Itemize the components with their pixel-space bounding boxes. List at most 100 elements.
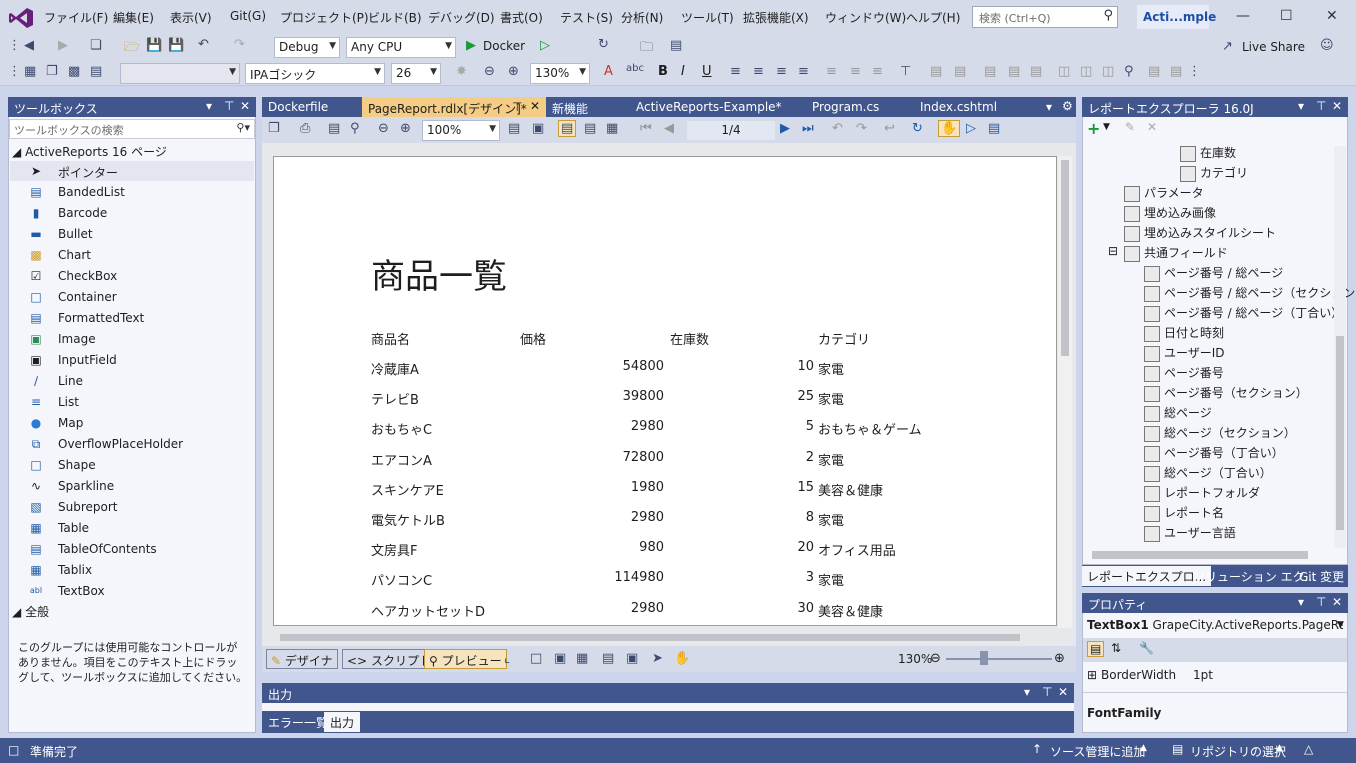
tree-item[interactable]: カテゴリ [1180,164,1248,182]
tab-pagereport[interactable]: PageReport.rdlx[デザイン]* ⊤ ✕ [362,97,546,117]
menu-build[interactable]: ビルド(B) [368,9,422,26]
toolbox-item-pointer[interactable]: ➤ ポインター [10,161,254,181]
clipboard-icon[interactable]: ▤ [328,121,340,136]
refresh-icon[interactable]: ↻ [912,121,923,136]
tree-item[interactable]: レポートフォルダ [1144,484,1260,502]
delete-icon[interactable]: ✕ [1147,120,1157,134]
report-view-icon[interactable]: ▦ [24,64,36,79]
chevron-up-icon[interactable]: ▲ [1140,743,1147,753]
toolbox-group-general[interactable]: ◢ 全般 [12,603,49,620]
play-icon[interactable]: ▷ [966,121,976,136]
font-color-icon[interactable]: A [604,64,613,79]
toolbox-item-sparkline[interactable]: ∿ Sparkline [10,476,254,496]
next-page-icon[interactable]: ▶ [780,121,790,136]
pin-icon[interactable]: ⊤ [224,99,234,113]
horizontal-scroll-thumb[interactable] [280,634,1020,641]
toolbox-item-shape[interactable]: □ Shape [10,455,254,475]
live-share-icon[interactable]: ↗ [1222,39,1233,54]
menu-edit[interactable]: 編集(E) [113,9,154,26]
zoom-out-icon[interactable]: ⊖ [484,64,495,79]
tree-item[interactable]: ページ番号（セクション） [1144,384,1308,402]
menu-window[interactable]: ウィンドウ(W) [825,9,906,26]
select-pointer-icon[interactable]: ➤ [652,651,663,666]
toolbox-item-overflowplaceholder[interactable]: ⧉ OverflowPlaceHolder [10,434,254,454]
single-page-icon[interactable]: ▤ [558,120,577,137]
notification-bell-icon[interactable]: △ [1304,742,1313,756]
designer-zoom-select[interactable]: 130% ▼ [530,63,590,84]
space-vertical-icon[interactable]: ◫ [1080,64,1092,79]
menu-help[interactable]: ヘルプ(H) [906,9,960,26]
script-tab-button[interactable]: <> スクリプト [342,649,436,669]
dropdown-icon[interactable]: ▾ [206,99,212,113]
close-icon[interactable]: ✕ [1058,685,1068,699]
select-repository[interactable]: リポジトリの選択 [1190,743,1286,760]
forward-icon[interactable]: ↷ [856,121,867,136]
menu-format[interactable]: 書式(O) [500,9,543,26]
snap-grid-icon[interactable]: ▣ [626,651,638,666]
align-tops-icon[interactable]: ▤ [984,64,996,79]
toolbox-item-barcode[interactable]: ▮ Barcode [10,203,254,223]
italic-button[interactable]: I [681,64,685,79]
pin-icon[interactable]: ⊤ [900,64,911,79]
toolbox-item-table[interactable]: ▦ Table [10,518,254,538]
band-layout-icon[interactable]: ▣ [554,651,566,666]
tab-git-changes[interactable]: Git 変更 [1294,566,1349,586]
tree-horizontal-scroll-thumb[interactable] [1092,551,1308,559]
font-size-select[interactable]: 26 ▼ [391,63,441,84]
toolbox-item-container[interactable]: □ Container [10,287,254,307]
back-icon[interactable]: ↶ [832,121,843,136]
bold-button[interactable]: B [658,64,668,79]
menu-view[interactable]: 表示(V) [170,9,212,26]
wrench-icon[interactable]: 🔧 [1139,641,1154,655]
tab-program-cs[interactable]: Program.cs [806,97,885,117]
tab-output[interactable]: 出力 [324,712,361,732]
pencil-icon[interactable]: ✎ [1125,120,1135,134]
toolbox-item-tablix[interactable]: ▦ Tablix [10,560,254,580]
menu-git[interactable]: Git(G) [230,9,266,23]
expand-icon[interactable]: ⊞ [1087,668,1097,682]
tab-overflow-icon[interactable]: ▾ [1046,100,1052,114]
tree-item[interactable]: 在庫数 [1180,144,1236,162]
sort-alpha-icon[interactable]: ⇅ [1111,641,1121,655]
tab-whats-new[interactable]: 新機能 [546,97,594,117]
chevron-up-icon[interactable]: ▲ [1276,743,1283,753]
menu-project[interactable]: プロジェクト(P) [280,9,369,26]
gear-icon[interactable]: ⚙ [1062,99,1073,113]
tree-item[interactable]: ページ番号 / 総ページ（セクション） [1144,284,1356,302]
ruler-icon[interactable]: ⌞ [504,651,510,666]
tree-item[interactable]: 埋め込みスタイルシート [1124,224,1276,242]
toolbox-item-bullet[interactable]: ▬ Bullet [10,224,254,244]
toolbox-item-list[interactable]: ≡ List [10,392,254,412]
dropdown-icon[interactable]: ▾ [1298,99,1304,113]
hand-icon[interactable]: ✋ [674,651,690,666]
run-target-label[interactable]: Docker [483,39,525,53]
tree-item[interactable]: ユーザー言語 [1144,524,1236,542]
find-icon[interactable]: ⚲ [350,121,360,136]
toolbox-item-bandedlist[interactable]: ▤ BandedList [10,182,254,202]
tree-vertical-scroll-thumb[interactable] [1336,336,1344,530]
grid-layout-icon[interactable]: ▦ [576,651,588,666]
collapse-icon[interactable]: ⊟ [1108,244,1118,258]
toolbox-item-checkbox[interactable]: ☑ CheckBox [10,266,254,286]
snap-lines-icon[interactable]: ▤ [602,651,614,666]
space-horizontal-icon[interactable]: ◫ [1058,64,1070,79]
configuration-select[interactable]: Debug ▼ [274,37,340,58]
page-number-input[interactable]: 1/4 [686,120,776,141]
toolbox-group-activereports[interactable]: ◢ ActiveReports 16 ページ [12,143,167,160]
clipboard-icon[interactable]: ▤ [90,64,102,79]
tree-item[interactable]: 総ページ [1144,404,1212,422]
vertical-scroll-thumb[interactable] [1061,160,1069,356]
solution-explorer-icon[interactable]: 🗀 [640,38,653,60]
bullets-icon[interactable]: ≡ [826,64,837,79]
align-size-icon[interactable]: ▤ [1148,64,1160,79]
align-bottoms-icon[interactable]: ▤ [1030,64,1042,79]
zoom-in-icon[interactable]: ⊕ [508,64,519,79]
stack-icon[interactable]: ▩ [68,64,80,79]
thumbnail-icon[interactable]: ▤ [988,121,1000,136]
previous-page-icon[interactable]: ◀ [664,121,674,136]
dropdown-icon[interactable]: ▾ [1298,595,1304,609]
minimize-icon[interactable]: — [1236,8,1250,24]
layout-icon[interactable]: ▤ [670,38,682,53]
zoom-fit-icon[interactable]: ⚲ [1124,64,1134,79]
align-middles-icon[interactable]: ▤ [1008,64,1020,79]
